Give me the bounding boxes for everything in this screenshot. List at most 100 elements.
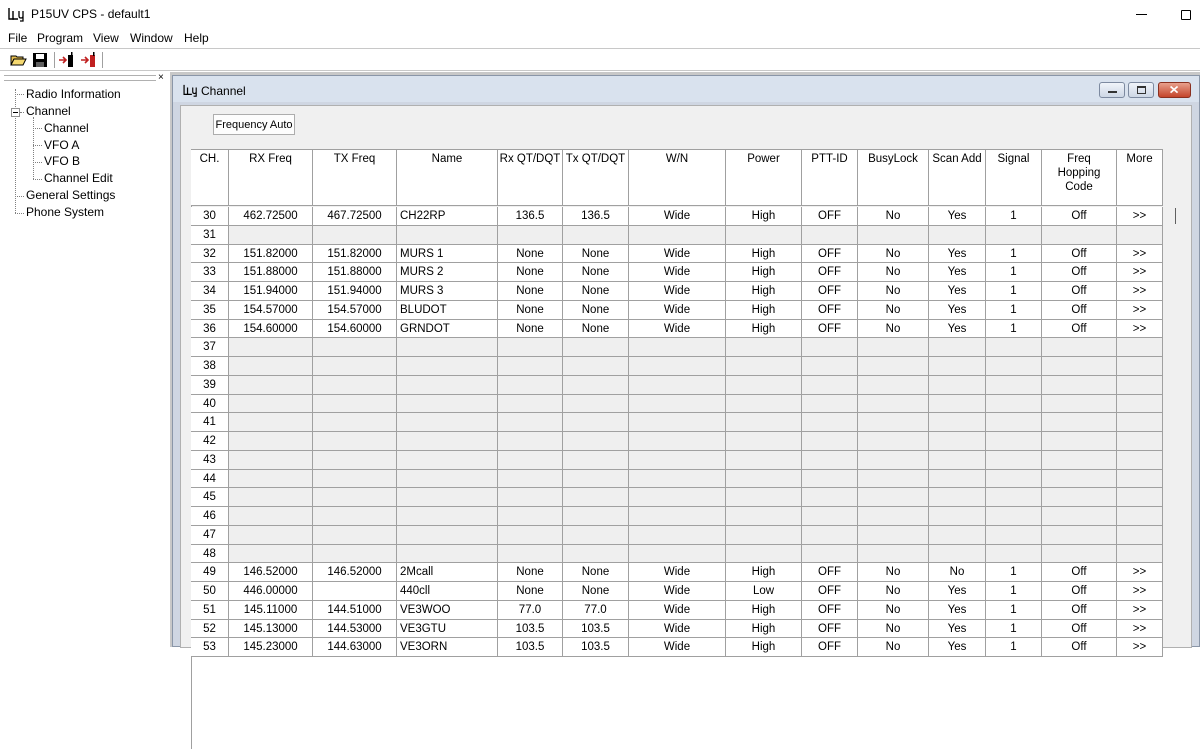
cell-ch[interactable]: 51 (191, 600, 229, 620)
cell-busylock[interactable]: No (858, 619, 929, 639)
cell-rx-qt-dqt[interactable]: None (498, 319, 563, 339)
cell-tx-qt-dqt[interactable]: 136.5 (563, 207, 629, 226)
column-header-ptt-id[interactable]: PTT-ID (802, 150, 858, 206)
cell-freq-hopping-code[interactable] (1042, 469, 1117, 489)
cell-ptt-id[interactable]: OFF (802, 207, 858, 226)
cell-rx-qt-dqt[interactable]: None (498, 563, 563, 582)
cell-signal[interactable]: 1 (986, 300, 1042, 320)
cell-rx-freq[interactable]: 145.13000 (229, 619, 313, 639)
cell-tx-qt-dqt[interactable] (563, 544, 629, 564)
column-header-tx-freq[interactable]: TX Freq (313, 150, 397, 206)
cell-rx-freq[interactable] (229, 413, 313, 432)
cell-wn[interactable] (629, 338, 726, 357)
cell-signal[interactable] (986, 488, 1042, 507)
cell-signal[interactable]: 1 (986, 582, 1042, 601)
cell-rx-qt-dqt[interactable] (498, 432, 563, 451)
cell-more[interactable]: >> (1117, 282, 1163, 301)
cell-ptt-id[interactable] (802, 469, 858, 489)
cell-more[interactable] (1117, 469, 1163, 489)
tree-item-channel-child[interactable]: Channel (44, 121, 89, 135)
cell-power[interactable]: High (726, 244, 802, 264)
cell-name[interactable] (397, 469, 498, 489)
cell-tx-freq[interactable]: 144.63000 (313, 638, 397, 657)
cell-rx-freq[interactable] (229, 450, 313, 470)
cell-ptt-id[interactable]: OFF (802, 319, 858, 339)
cell-busylock[interactable]: No (858, 263, 929, 282)
cell-name[interactable] (397, 357, 498, 376)
cell-name[interactable] (397, 432, 498, 451)
cell-ptt-id[interactable]: OFF (802, 638, 858, 657)
cell-power[interactable] (726, 450, 802, 470)
cell-rx-qt-dqt[interactable] (498, 413, 563, 432)
cell-power[interactable] (726, 507, 802, 526)
cell-freq-hopping-code[interactable]: Off (1042, 638, 1117, 657)
cell-power[interactable]: High (726, 619, 802, 639)
cell-tx-freq[interactable] (313, 338, 397, 357)
cell-ch[interactable]: 41 (191, 413, 229, 432)
cell-rx-qt-dqt[interactable]: None (498, 300, 563, 320)
cell-wn[interactable]: Wide (629, 319, 726, 339)
pane-gripper[interactable] (4, 75, 156, 81)
cell-tx-qt-dqt[interactable] (563, 394, 629, 414)
cell-tx-freq[interactable] (313, 394, 397, 414)
cell-more[interactable]: >> (1117, 563, 1163, 582)
cell-tx-qt-dqt[interactable] (563, 469, 629, 489)
cell-rx-freq[interactable] (229, 544, 313, 564)
column-header-ch[interactable]: CH. (191, 150, 229, 206)
scrollbar-thumb[interactable] (1175, 208, 1176, 224)
cell-signal[interactable] (986, 544, 1042, 564)
cell-busylock[interactable] (858, 450, 929, 470)
cell-ch[interactable]: 40 (191, 394, 229, 414)
column-header-freq-hopping-code[interactable]: Freq Hopping Code (1042, 150, 1117, 206)
cell-name[interactable]: BLUDOT (397, 300, 498, 320)
cell-freq-hopping-code[interactable] (1042, 488, 1117, 507)
cell-wn[interactable] (629, 544, 726, 564)
cell-wn[interactable] (629, 507, 726, 526)
cell-signal[interactable] (986, 525, 1042, 545)
cell-ptt-id[interactable]: OFF (802, 582, 858, 601)
cell-ptt-id[interactable] (802, 450, 858, 470)
cell-ch[interactable]: 30 (191, 207, 229, 226)
cell-freq-hopping-code[interactable] (1042, 338, 1117, 357)
column-header-more[interactable]: More (1117, 150, 1163, 206)
cell-signal[interactable]: 1 (986, 638, 1042, 657)
cell-ptt-id[interactable] (802, 525, 858, 545)
cell-more[interactable] (1117, 357, 1163, 376)
cell-wn[interactable]: Wide (629, 282, 726, 301)
cell-name[interactable]: MURS 3 (397, 282, 498, 301)
cell-name[interactable] (397, 338, 498, 357)
cell-rx-qt-dqt[interactable] (498, 450, 563, 470)
cell-ch[interactable]: 53 (191, 638, 229, 657)
cell-rx-freq[interactable]: 145.23000 (229, 638, 313, 657)
cell-ch[interactable]: 38 (191, 357, 229, 376)
menu-program[interactable]: Program (37, 31, 83, 45)
cell-freq-hopping-code[interactable] (1042, 225, 1117, 245)
cell-more[interactable] (1117, 450, 1163, 470)
cell-scan-add[interactable] (929, 469, 986, 489)
cell-freq-hopping-code[interactable]: Off (1042, 563, 1117, 582)
cell-rx-freq[interactable]: 146.52000 (229, 563, 313, 582)
cell-signal[interactable] (986, 225, 1042, 245)
column-header-tx-qt-dqt[interactable]: Tx QT/DQT (563, 150, 629, 206)
cell-tx-freq[interactable]: 154.60000 (313, 319, 397, 339)
cell-tx-qt-dqt[interactable] (563, 338, 629, 357)
cell-scan-add[interactable] (929, 450, 986, 470)
cell-wn[interactable] (629, 488, 726, 507)
cell-tx-qt-dqt[interactable] (563, 432, 629, 451)
cell-signal[interactable]: 1 (986, 263, 1042, 282)
menu-help[interactable]: Help (184, 31, 209, 45)
cell-signal[interactable]: 1 (986, 244, 1042, 264)
cell-power[interactable]: High (726, 563, 802, 582)
cell-name[interactable]: VE3GTU (397, 619, 498, 639)
cell-tx-qt-dqt[interactable] (563, 357, 629, 376)
cell-ch[interactable]: 37 (191, 338, 229, 357)
cell-freq-hopping-code[interactable]: Off (1042, 282, 1117, 301)
column-header-wn[interactable]: W/N (629, 150, 726, 206)
cell-freq-hopping-code[interactable]: Off (1042, 600, 1117, 620)
cell-scan-add[interactable]: Yes (929, 638, 986, 657)
cell-ptt-id[interactable] (802, 338, 858, 357)
cell-ptt-id[interactable] (802, 488, 858, 507)
cell-power[interactable] (726, 338, 802, 357)
cell-wn[interactable]: Wide (629, 619, 726, 639)
cell-tx-qt-dqt[interactable]: 77.0 (563, 600, 629, 620)
